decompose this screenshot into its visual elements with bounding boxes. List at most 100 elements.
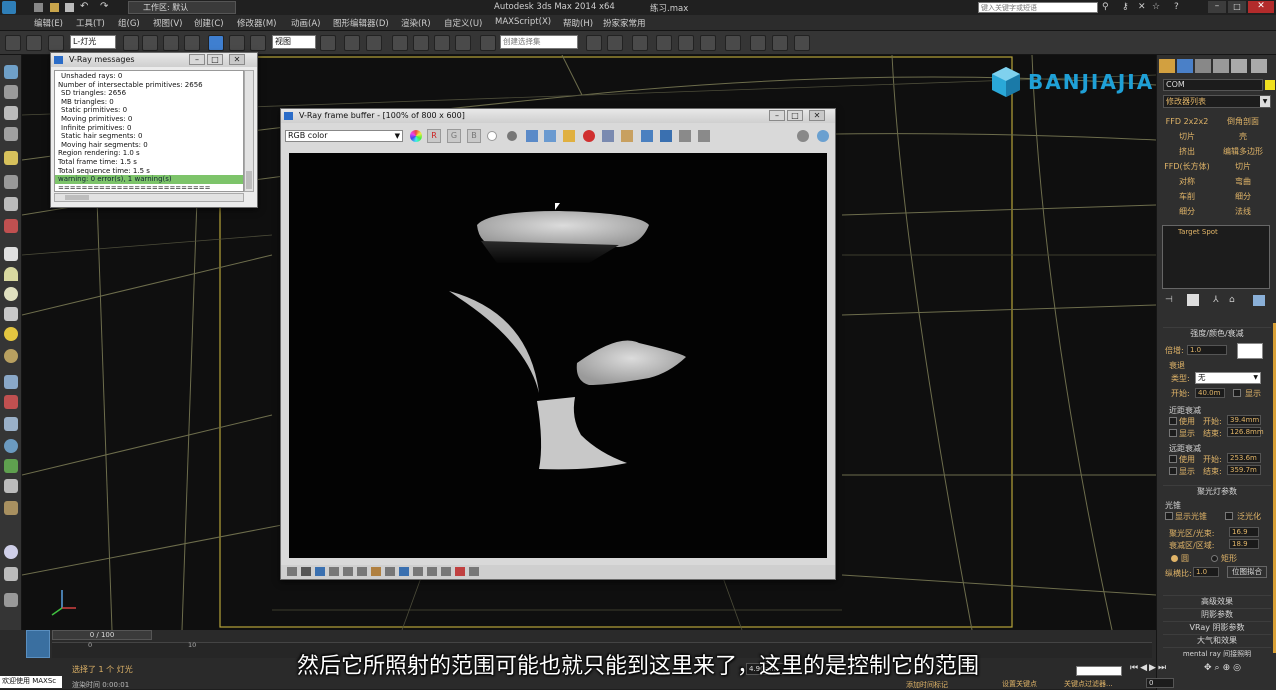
ball-icon[interactable] [4, 545, 18, 559]
modifier-btn-symmetry[interactable]: 对称 [1160, 175, 1214, 188]
close-button[interactable]: ✕ [1248, 1, 1274, 13]
menu-animation[interactable]: 动画(A) [291, 17, 320, 29]
angle-snap-icon[interactable] [413, 35, 429, 51]
dynamics-icon[interactable] [4, 417, 18, 431]
motion-tab-icon[interactable] [1213, 59, 1229, 73]
render-setup-icon[interactable] [750, 35, 766, 51]
hemisphere-icon[interactable] [4, 267, 18, 281]
decay-start-field[interactable]: 40.0m [1195, 388, 1225, 398]
menu-modifiers[interactable]: 修改器(M) [237, 17, 276, 29]
minimize-button[interactable]: – [1208, 1, 1226, 13]
modifier-btn-ffd222[interactable]: FFD 2x2x2 [1160, 115, 1214, 128]
folder-icon[interactable] [563, 130, 575, 142]
modifier-btn-bevel-profile[interactable]: 倒角剖面 [1216, 115, 1270, 128]
space-warp-icon[interactable] [4, 219, 18, 233]
cloth-icon[interactable] [4, 501, 18, 515]
particle-icon[interactable] [4, 375, 18, 389]
status-icon-5[interactable] [343, 567, 353, 576]
vray-fb-close[interactable]: ✕ [809, 110, 825, 121]
color-picker-icon[interactable] [410, 130, 422, 142]
menu-banjiajia[interactable]: 扮家家常用 [603, 17, 646, 29]
curve-editor-icon[interactable] [678, 35, 694, 51]
remove-modifier-icon[interactable]: ⌂ [1229, 295, 1235, 305]
undo-icon[interactable]: ↶ [80, 1, 88, 12]
display-tab-icon[interactable] [1231, 59, 1247, 73]
exchange-icon[interactable]: ✕ [1138, 2, 1146, 12]
modifier-btn-subdivide-2[interactable]: 细分 [1160, 205, 1214, 218]
clone-icon[interactable] [544, 130, 556, 142]
status-icon-2[interactable] [301, 567, 311, 576]
vray-messages-hscroll[interactable] [54, 193, 244, 202]
modifier-btn-bend[interactable]: 弯曲 [1216, 175, 1270, 188]
show-end-result-icon[interactable] [1187, 294, 1199, 306]
select-object-icon[interactable] [123, 35, 139, 51]
hair-icon[interactable] [4, 479, 18, 493]
stop-render-icon[interactable] [583, 130, 595, 142]
rollout-spotlight-params[interactable]: 聚光灯参数 [1163, 485, 1271, 498]
far-end-field[interactable]: 359.7m [1227, 465, 1261, 475]
track-mouse-icon[interactable] [621, 130, 633, 142]
render-canvas[interactable] [289, 153, 827, 558]
decay-show-checkbox[interactable] [1233, 389, 1241, 397]
hotspot-field[interactable]: 16.9 [1229, 527, 1259, 537]
edit-named-selection-icon[interactable] [480, 35, 496, 51]
modifier-btn-extrude[interactable]: 挤出 [1160, 145, 1214, 158]
material-icon[interactable] [4, 85, 18, 99]
menu-help[interactable]: 帮助(H) [563, 17, 593, 29]
cone-icon[interactable] [4, 307, 18, 321]
app-icon[interactable] [2, 1, 16, 14]
globe-icon[interactable] [4, 439, 18, 453]
rollout-atmosphere[interactable]: 大气和效果 [1163, 634, 1271, 647]
overshoot-checkbox[interactable] [1225, 512, 1233, 520]
save-image-icon[interactable] [526, 130, 538, 142]
configure-sets-icon[interactable] [1253, 295, 1265, 306]
red-channel-button[interactable]: R [427, 129, 441, 143]
vray-messages-log[interactable]: Unshaded rays: 0 Number of intersectable… [54, 70, 244, 192]
select-move-icon[interactable] [208, 35, 224, 51]
vray-fb-minimize[interactable]: – [769, 110, 785, 121]
menu-views[interactable]: 视图(V) [153, 17, 182, 29]
circle-radio[interactable] [1171, 555, 1178, 562]
aspect-field[interactable]: 1.0 [1193, 567, 1219, 577]
stack-item-target-spot[interactable]: Target Spot [1163, 226, 1269, 236]
link-icon[interactable] [5, 35, 21, 51]
status-icon-6[interactable] [357, 567, 367, 576]
select-scale-icon[interactable] [250, 35, 266, 51]
utilities-tab-icon[interactable] [1251, 59, 1267, 73]
sun-icon[interactable] [4, 327, 18, 341]
plant-icon[interactable] [4, 459, 18, 473]
bind-space-warp-icon[interactable] [48, 35, 64, 51]
green-channel-button[interactable]: G [447, 129, 461, 143]
quick-access-save-icon[interactable] [34, 3, 43, 12]
far-start-field[interactable]: 253.6m [1227, 453, 1261, 463]
menu-maxscript[interactable]: MAXScript(X) [495, 17, 551, 27]
menu-graph-editors[interactable]: 图形编辑器(D) [333, 17, 389, 29]
box-icon[interactable] [4, 247, 18, 261]
vray-messages-titlebar[interactable]: V-Ray messages – □ ✕ [51, 53, 257, 67]
help-icon[interactable]: ? [1174, 2, 1179, 12]
lens-effects-icon[interactable] [660, 130, 672, 142]
status-icon-13[interactable] [455, 567, 465, 576]
manipulate-icon[interactable] [344, 35, 360, 51]
modifier-btn-edit-poly[interactable]: 编辑多边形 [1216, 145, 1270, 158]
status-icon-1[interactable] [287, 567, 297, 576]
redo-icon[interactable]: ↷ [100, 1, 108, 12]
channel-dropdown[interactable]: RGB color ▼ [285, 130, 403, 142]
render-production-icon[interactable] [794, 35, 810, 51]
menu-edit[interactable]: 编辑(E) [34, 17, 63, 29]
modifier-btn-ffd-box[interactable]: FFD(长方体) [1160, 160, 1214, 173]
vray-fb-maximize[interactable]: □ [787, 110, 803, 121]
status-icon-14[interactable] [469, 567, 479, 576]
status-icon-3[interactable] [315, 567, 325, 576]
rollout-intensity-color-atten[interactable]: 强度/颜色/衰减 [1163, 327, 1271, 340]
near-end-field[interactable]: 126.8mm [1227, 427, 1264, 437]
quick-access-open-icon[interactable] [50, 3, 59, 12]
modifier-btn-slice-2[interactable]: 切片 [1216, 160, 1270, 173]
rollout-vray-shadow[interactable]: VRay 阴影参数 [1163, 621, 1271, 634]
workspace-dropdown[interactable]: 工作区: 默认 [128, 1, 236, 14]
create-tab-icon[interactable] [1159, 59, 1175, 73]
options-icon[interactable] [698, 130, 710, 142]
material-editor-icon[interactable] [725, 35, 741, 51]
status-icon-7[interactable] [371, 567, 381, 576]
near-show-checkbox[interactable] [1169, 429, 1177, 437]
